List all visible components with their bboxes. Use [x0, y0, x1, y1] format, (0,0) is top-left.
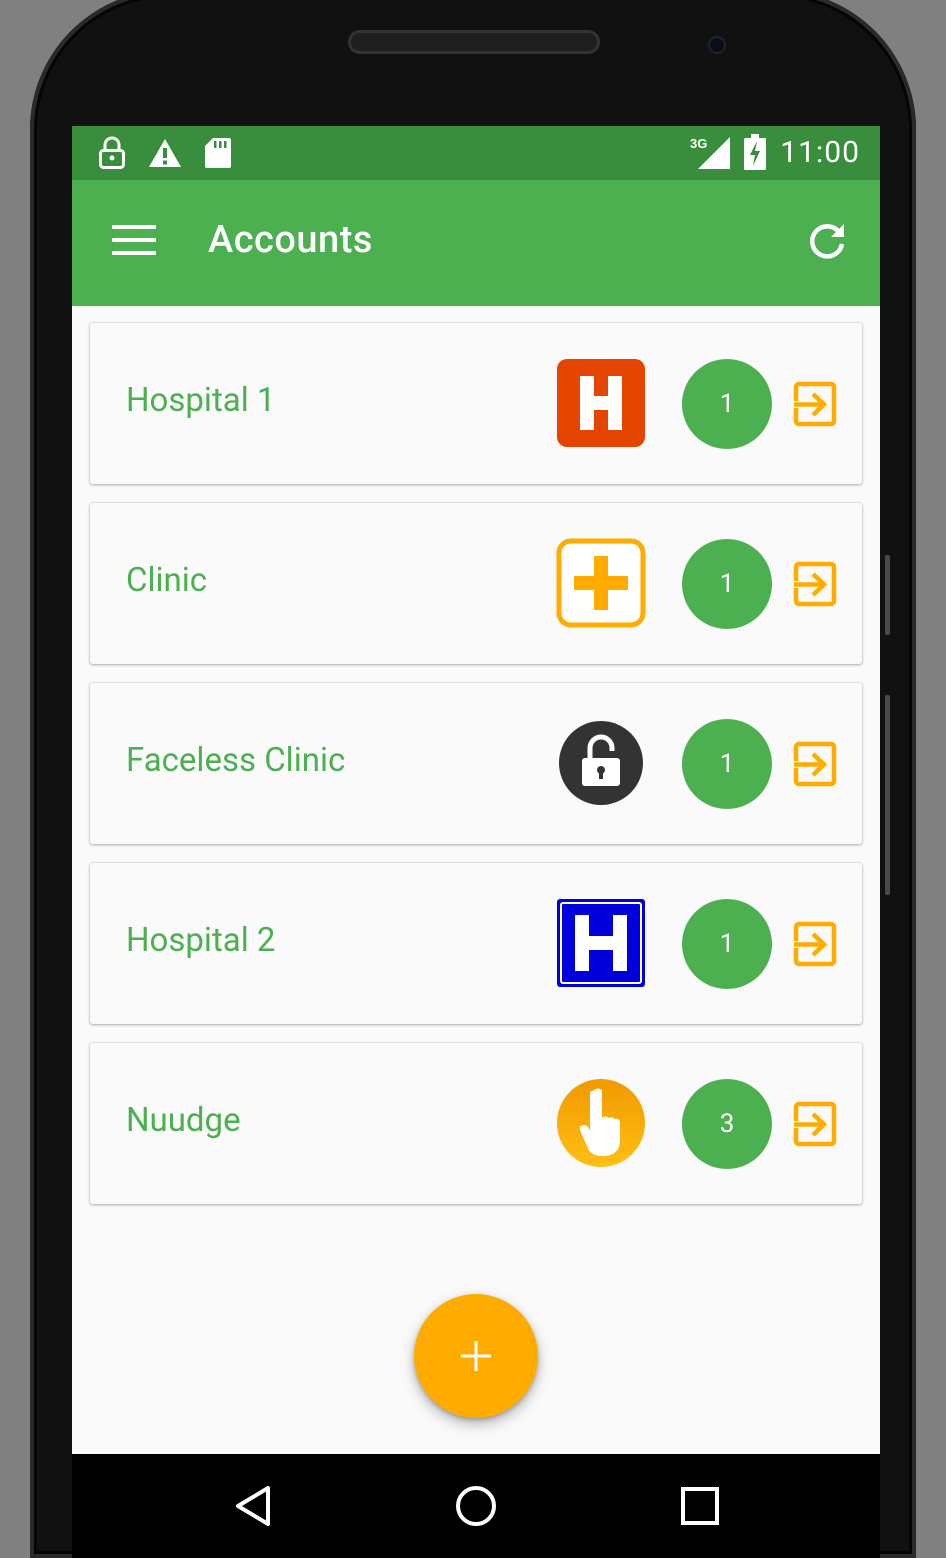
- account-card[interactable]: Clinic 1: [90, 503, 862, 664]
- front-camera: [708, 36, 726, 54]
- power-button: [885, 695, 890, 895]
- account-count-badge: 1: [682, 899, 772, 989]
- pointing-hand-icon: [557, 1079, 645, 1167]
- account-name: Nuudge: [126, 1101, 241, 1140]
- account-card[interactable]: Nuudge 3: [90, 1043, 862, 1204]
- warning-icon: [149, 139, 181, 167]
- login-icon[interactable]: [792, 1101, 838, 1147]
- status-notification-icons: [98, 136, 232, 170]
- account-count-badge: 3: [682, 1079, 772, 1169]
- refresh-icon[interactable]: [806, 220, 848, 262]
- recents-icon[interactable]: [678, 1484, 722, 1528]
- volume-button: [885, 555, 890, 635]
- status-bar: 3G 11:00: [72, 126, 880, 180]
- svg-text:3G: 3G: [690, 136, 707, 151]
- login-icon[interactable]: [792, 741, 838, 787]
- add-account-button[interactable]: [414, 1294, 538, 1418]
- account-list: Hospital 1 1 Clinic 1 Faceless Clinic 1 …: [90, 323, 862, 1223]
- plus-icon: [461, 1341, 491, 1371]
- unlocked-padlock-icon: [559, 721, 643, 805]
- account-card[interactable]: Hospital 2 1: [90, 863, 862, 1024]
- hospital-h-blue-icon: [557, 899, 645, 987]
- account-name: Clinic: [126, 561, 208, 600]
- account-count-badge: 1: [682, 359, 772, 449]
- status-system-icons: 3G 11:00: [690, 134, 860, 170]
- account-count-badge: 1: [682, 719, 772, 809]
- login-icon[interactable]: [792, 921, 838, 967]
- hamburger-menu-icon[interactable]: [112, 225, 156, 257]
- account-count-badge: 1: [682, 539, 772, 629]
- page-title: Accounts: [208, 218, 373, 262]
- account-card[interactable]: Hospital 1 1: [90, 323, 862, 484]
- hospital-h-orange-icon: [557, 359, 645, 447]
- account-card[interactable]: Faceless Clinic 1: [90, 683, 862, 844]
- status-clock: 11:00: [780, 134, 860, 170]
- battery-charging-icon: [744, 134, 767, 170]
- login-icon[interactable]: [792, 381, 838, 427]
- signal-icon: 3G: [690, 136, 731, 169]
- clinic-plus-icon: [556, 538, 646, 628]
- back-icon[interactable]: [232, 1484, 276, 1528]
- sd-card-icon: [205, 138, 231, 168]
- screen: 3G 11:00 Accounts Hospital 1 1 Clinic 1 …: [72, 126, 880, 1454]
- lock-icon: [99, 136, 125, 169]
- account-name: Faceless Clinic: [126, 741, 346, 780]
- home-icon[interactable]: [454, 1484, 498, 1528]
- login-icon[interactable]: [792, 561, 838, 607]
- earpiece-speaker: [348, 30, 600, 54]
- system-nav-bar: [72, 1454, 880, 1558]
- account-name: Hospital 1: [126, 381, 276, 420]
- account-name: Hospital 2: [126, 921, 276, 960]
- app-bar: Accounts: [72, 180, 880, 306]
